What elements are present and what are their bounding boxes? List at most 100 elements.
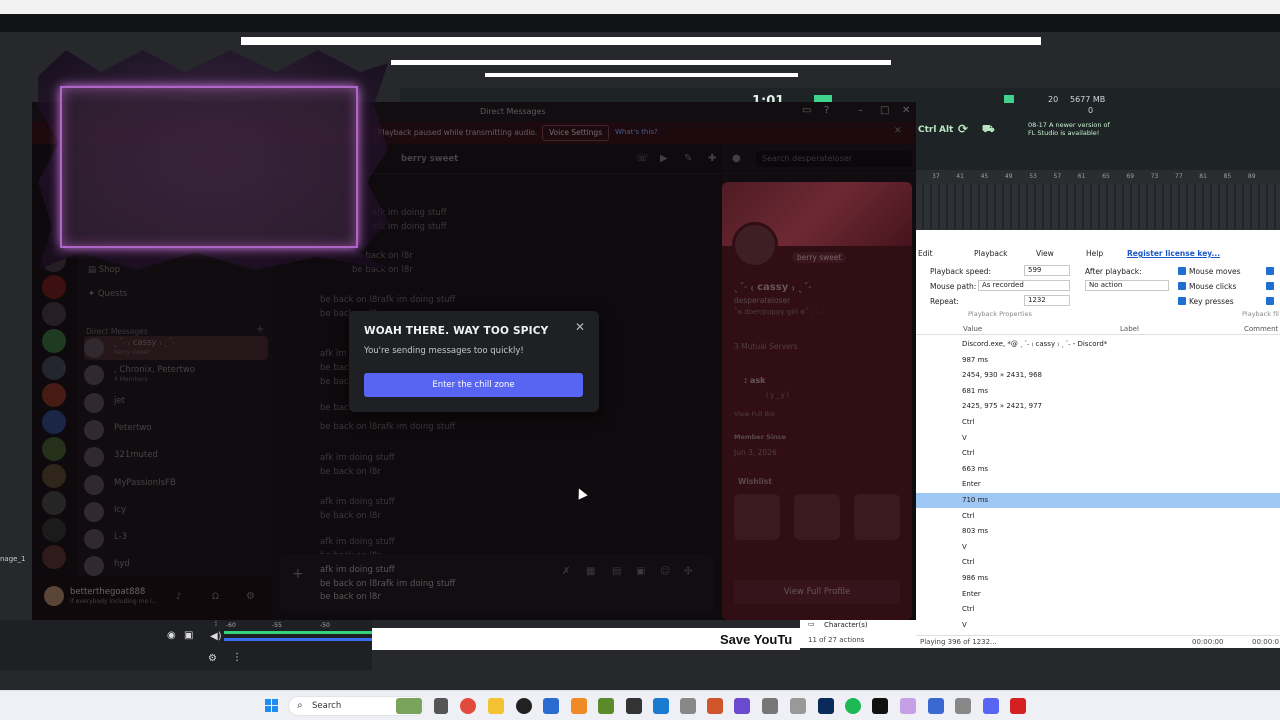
taskbar-search-label: Search <box>312 701 342 711</box>
table-row[interactable]: Discord.exe, *@ ˎˊ˗ ₍ cassy ₎ ˎˊ˗ - Disc… <box>916 337 1280 352</box>
mouse-path-select[interactable]: As recorded <box>978 280 1070 291</box>
table-row[interactable]: 663 ms <box>916 462 1280 477</box>
status-time2: 00:00:0 <box>1252 638 1279 646</box>
minecraft-icon[interactable] <box>598 698 614 714</box>
openai-icon[interactable] <box>516 698 532 714</box>
side-file-label[interactable]: nage_1 <box>0 555 25 563</box>
fl-update-notice[interactable]: 08-17 A newer version of FL Studio is av… <box>1028 121 1110 137</box>
table-row[interactable]: Ctrl <box>916 602 1280 617</box>
app-icon[interactable] <box>762 698 778 714</box>
ruler-tick: 41 <box>956 173 964 180</box>
photos-icon[interactable] <box>653 698 669 714</box>
top-dark-bar <box>0 14 1280 32</box>
key-presses-checkbox[interactable]: Key presses <box>1178 297 1234 306</box>
extra-checkbox[interactable] <box>1266 282 1277 291</box>
app-orange-icon[interactable] <box>571 698 587 714</box>
table-row[interactable]: Ctrl <box>916 509 1280 524</box>
app-icon[interactable] <box>955 698 971 714</box>
tick: -55 <box>272 622 282 629</box>
landscape-icon[interactable] <box>396 698 422 714</box>
table-row[interactable]: Ctrl <box>916 446 1280 461</box>
playback-speed-field[interactable]: 599 <box>1024 265 1070 276</box>
windows-logo-icon <box>265 699 271 705</box>
col-comment[interactable]: Comment <box>1244 325 1278 333</box>
table-row[interactable]: 2454, 930 » 2431, 968 <box>916 368 1280 383</box>
audio-meter-blue[interactable] <box>224 638 372 641</box>
fl-cart-icon[interactable]: ⛟ <box>982 124 995 137</box>
ruler-tick: 81 <box>1199 173 1207 180</box>
col-value[interactable]: Value <box>963 325 982 333</box>
modal-title: WOAH THERE. WAY TOO SPICY <box>364 325 549 337</box>
modal-text: You're sending messages too quickly! <box>364 346 524 356</box>
chrome-icon[interactable] <box>460 698 476 714</box>
playback-properties-group: Playback Properties <box>968 310 1032 318</box>
table-row[interactable]: Enter <box>916 587 1280 602</box>
app-red-icon[interactable] <box>1010 698 1026 714</box>
spotify-icon[interactable] <box>845 698 861 714</box>
mouse-icon[interactable] <box>790 698 806 714</box>
discord-icon[interactable] <box>983 698 999 714</box>
folder-icon[interactable] <box>488 698 504 714</box>
more-vertical-icon[interactable]: ⋮ <box>232 652 242 663</box>
capcut-icon[interactable] <box>872 698 888 714</box>
macro-recorder-window: Edit Playback View Help Register license… <box>916 230 1280 648</box>
register-license-link[interactable]: Register license key... <box>1127 249 1220 258</box>
table-row[interactable]: Ctrl <box>916 555 1280 570</box>
lock-icon[interactable]: ▣ <box>184 630 193 641</box>
app-icon[interactable] <box>680 698 696 714</box>
overlay-bar <box>241 37 1041 45</box>
app-icon[interactable] <box>707 698 723 714</box>
eye-icon[interactable]: ◉ <box>167 630 176 641</box>
table-row[interactable]: 987 ms <box>916 353 1280 368</box>
fl-notice-date: 08-17 <box>1028 121 1047 129</box>
app-icon[interactable] <box>928 698 944 714</box>
table-row[interactable]: V <box>916 618 1280 633</box>
table-row[interactable]: 2425, 975 » 2421, 977 <box>916 399 1280 414</box>
settings-icon[interactable]: ⚙ <box>208 653 217 664</box>
col-label[interactable]: Label <box>1120 325 1139 333</box>
fl-ctrl-key[interactable]: Ctrl <box>918 125 936 135</box>
table-row[interactable]: V <box>916 431 1280 446</box>
table-row[interactable]: 986 ms <box>916 571 1280 586</box>
photoshop-icon[interactable] <box>818 698 834 714</box>
fl-alt-key[interactable]: Alt <box>939 125 953 135</box>
table-row[interactable]: Ctrl <box>916 415 1280 430</box>
mouse-clicks-checkbox[interactable]: Mouse clicks <box>1178 282 1236 291</box>
tick: -50 <box>320 622 330 629</box>
table-row[interactable]: V <box>916 540 1280 555</box>
ruler-tick: 77 <box>1175 173 1183 180</box>
playback-filter-group: Playback fil <box>1242 310 1279 318</box>
rate-limit-modal: WOAH THERE. WAY TOO SPICY You're sending… <box>349 311 599 412</box>
left-row-character[interactable]: Character(s) <box>824 621 868 629</box>
checkbox-checked-icon <box>1178 282 1186 290</box>
folder-gray-icon[interactable] <box>434 698 448 714</box>
snipping-icon[interactable] <box>900 698 916 714</box>
menu-view[interactable]: View <box>1036 249 1054 258</box>
table-row[interactable]: 710 ms <box>916 493 1280 508</box>
store-icon[interactable] <box>626 698 642 714</box>
menu-help[interactable]: Help <box>1086 249 1103 258</box>
after-playback-select[interactable]: No action <box>1085 280 1169 291</box>
ruler-tick: 45 <box>980 173 989 180</box>
extra-checkbox[interactable] <box>1266 267 1277 276</box>
enter-chill-zone-button[interactable]: Enter the chill zone <box>364 373 583 397</box>
menu-edit[interactable]: Edit <box>918 249 933 258</box>
fl-loop-icon[interactable]: ⟳ <box>958 122 968 136</box>
ruler-tick: 73 <box>1150 173 1159 180</box>
search-icon: ⌕ <box>297 700 303 711</box>
close-icon[interactable]: ✕ <box>575 320 585 334</box>
extra-checkbox[interactable] <box>1266 297 1277 306</box>
screen-icon[interactable] <box>543 698 559 714</box>
overlay-bar <box>485 73 798 77</box>
repeat-label: Repeat: <box>930 297 959 306</box>
table-row[interactable]: 803 ms <box>916 524 1280 539</box>
menu-playback[interactable]: Playback <box>974 249 1007 258</box>
mouse-moves-checkbox[interactable]: Mouse moves <box>1178 267 1241 276</box>
start-button[interactable] <box>265 699 279 713</box>
speaker-icon[interactable]: ◀) <box>210 631 222 642</box>
table-row[interactable]: Enter <box>916 477 1280 492</box>
macro-status-bar: Playing 396 of 1232... 00:00:00 00:00:0 <box>916 635 1280 648</box>
repeat-field[interactable]: 1232 <box>1024 295 1070 306</box>
table-row[interactable]: 681 ms <box>916 384 1280 399</box>
app-icon[interactable] <box>734 698 750 714</box>
